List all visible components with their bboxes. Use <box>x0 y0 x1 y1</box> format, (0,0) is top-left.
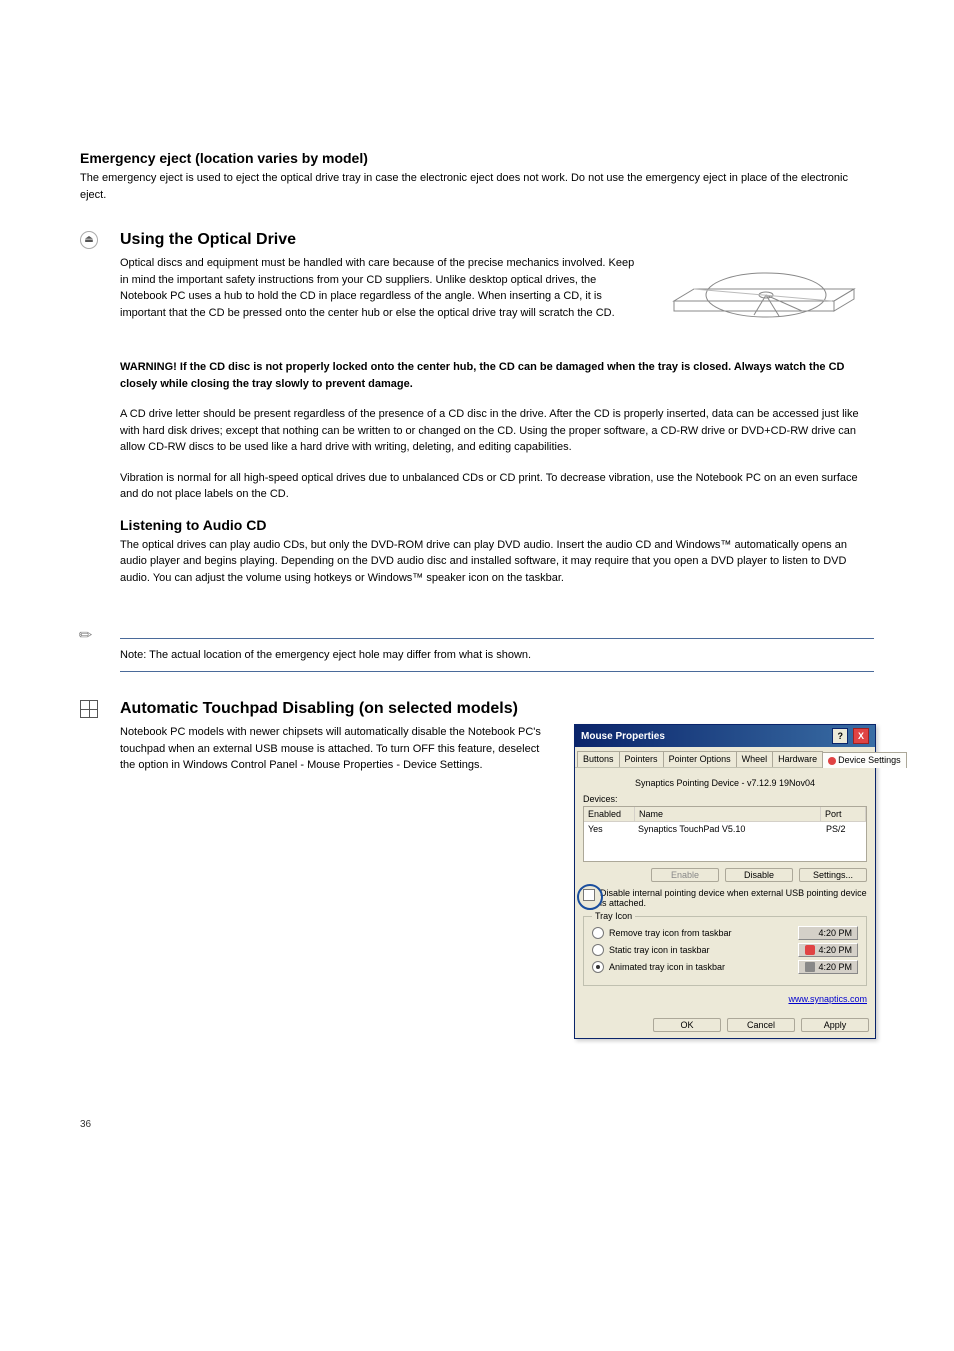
optical-drive-warning: WARNING! If the CD disc is not properly … <box>120 359 874 392</box>
emergency-eject-title: Emergency eject (location varies by mode… <box>80 150 874 166</box>
tab-hardware[interactable]: Hardware <box>772 751 823 767</box>
cell-enabled: Yes <box>584 822 634 836</box>
windows-icon <box>80 700 98 718</box>
synaptics-icon <box>828 757 836 765</box>
close-button[interactable]: X <box>853 728 869 744</box>
tray-preview-animated: 4:20 PM <box>798 960 858 974</box>
disable-internal-label: Disable internal pointing device when ex… <box>600 888 867 908</box>
devices-table[interactable]: Enabled Name Port Yes Synaptics TouchPad… <box>583 806 867 862</box>
radio-static-label: Static tray icon in taskbar <box>609 945 710 955</box>
tray-icon-legend: Tray Icon <box>592 911 635 921</box>
tab-device-settings[interactable]: Device Settings <box>822 752 907 768</box>
tray-static-icon <box>805 945 815 955</box>
radio-remove-tray[interactable]: Remove tray icon from taskbar 4:20 PM <box>592 926 858 940</box>
devices-data-row[interactable]: Yes Synaptics TouchPad V5.10 PS/2 <box>584 822 866 836</box>
ok-button[interactable]: OK <box>653 1018 721 1032</box>
help-button[interactable]: ? <box>832 728 848 744</box>
apply-button[interactable]: Apply <box>801 1018 869 1032</box>
tray-icon-fieldset: Tray Icon Remove tray icon from taskbar … <box>583 916 867 986</box>
optical-drive-p3: A CD drive letter should be present rega… <box>120 406 874 456</box>
radio-animated-label: Animated tray icon in taskbar <box>609 962 725 972</box>
driver-version-label: Synaptics Pointing Device - v7.12.9 19No… <box>583 776 867 794</box>
dialog-tabs: Buttons Pointers Pointer Options Wheel H… <box>575 747 875 768</box>
col-enabled: Enabled <box>584 807 635 821</box>
section-using-optical-drive: ⏏ Using the O <box>80 231 874 600</box>
tray-preview-static: 4:20 PM <box>798 943 858 957</box>
auto-touchpad-text: Notebook PC models with newer chipsets w… <box>120 724 556 1039</box>
tab-buttons[interactable]: Buttons <box>577 751 620 767</box>
enable-button[interactable]: Enable <box>651 868 719 882</box>
highlight-circle <box>577 884 603 910</box>
radio-static-input[interactable] <box>592 944 604 956</box>
listening-audio-cd-text: The optical drives can play audio CDs, b… <box>120 537 874 587</box>
dialog-title: Mouse Properties <box>581 731 665 742</box>
disable-button[interactable]: Disable <box>725 868 793 882</box>
cell-name: Synaptics TouchPad V5.10 <box>634 822 822 836</box>
section-auto-touchpad-disable: Automatic Touchpad Disabling (on selecte… <box>80 700 874 1039</box>
optical-drive-p4: Vibration is normal for all high-speed o… <box>120 470 874 503</box>
cancel-button[interactable]: Cancel <box>727 1018 795 1032</box>
tray-preview-empty: 4:20 PM <box>798 926 858 940</box>
radio-animated-input[interactable] <box>592 961 604 973</box>
tab-pointer-options[interactable]: Pointer Options <box>663 751 737 767</box>
auto-touchpad-title: Automatic Touchpad Disabling (on selecte… <box>120 700 874 718</box>
devices-header-row: Enabled Name Port <box>584 807 866 822</box>
page-number: 36 <box>80 1119 91 1130</box>
device-button-row: Enable Disable Settings... <box>583 868 867 882</box>
col-port: Port <box>821 807 866 821</box>
radio-animated-tray[interactable]: Animated tray icon in taskbar 4:20 PM <box>592 960 858 974</box>
note-text: Note: The actual location of the emergen… <box>120 638 874 672</box>
synaptics-link[interactable]: www.synaptics.com <box>583 994 867 1004</box>
sub-section-emergency-eject: Emergency eject (location varies by mode… <box>80 150 874 203</box>
page-footer: 36 <box>80 1119 874 1130</box>
pencil-icon: ✎ <box>76 626 97 647</box>
listening-audio-cd-title: Listening to Audio CD <box>120 517 874 533</box>
radio-remove-label: Remove tray icon from taskbar <box>609 928 732 938</box>
dialog-body: Synaptics Pointing Device - v7.12.9 19No… <box>575 768 875 1012</box>
mouse-properties-screenshot: Mouse Properties ? X Buttons Pointers Po… <box>574 724 874 1039</box>
dialog-footer: OK Cancel Apply <box>575 1012 875 1038</box>
optical-drive-illustration <box>654 231 874 351</box>
devices-label: Devices: <box>583 794 867 804</box>
settings-button[interactable]: Settings... <box>799 868 867 882</box>
emergency-eject-text: The emergency eject is used to eject the… <box>80 170 874 203</box>
document-page: Emergency eject (location varies by mode… <box>0 0 954 1190</box>
dialog-titlebar[interactable]: Mouse Properties ? X <box>575 725 875 747</box>
eject-icon: ⏏ <box>80 231 98 249</box>
disable-internal-checkbox-row[interactable]: Disable internal pointing device when ex… <box>583 888 867 908</box>
mouse-properties-dialog: Mouse Properties ? X Buttons Pointers Po… <box>574 724 876 1039</box>
radio-static-tray[interactable]: Static tray icon in taskbar 4:20 PM <box>592 943 858 957</box>
tray-animated-icon <box>805 962 815 972</box>
radio-remove-input[interactable] <box>592 927 604 939</box>
tab-pointers[interactable]: Pointers <box>619 751 664 767</box>
cell-port: PS/2 <box>822 822 866 836</box>
col-name: Name <box>635 807 821 821</box>
tab-wheel[interactable]: Wheel <box>736 751 774 767</box>
note-row: ✎ Note: The actual location of the emerg… <box>80 628 874 672</box>
